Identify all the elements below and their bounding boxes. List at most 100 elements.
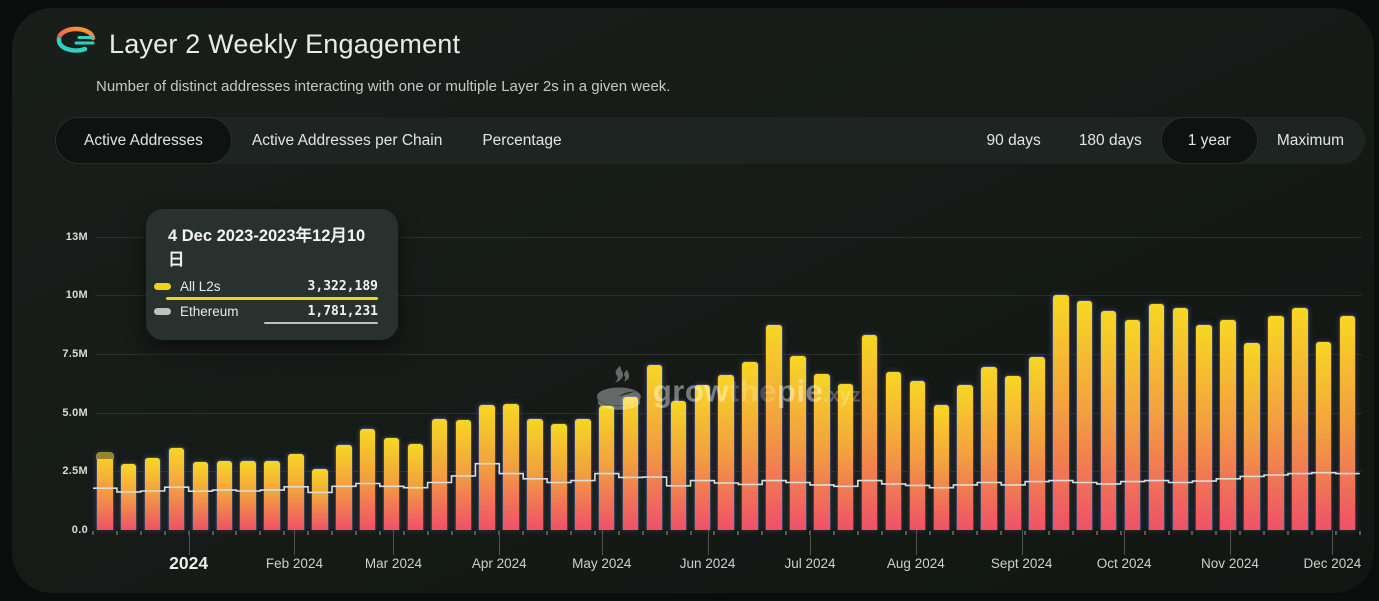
y-axis-tick-label: 2.5M [46,465,88,477]
bar-week-9[interactable] [311,468,329,530]
bar-week-35[interactable] [933,404,951,530]
series-swatch-icon [154,283,171,290]
bar-week-11[interactable] [359,428,377,530]
x-axis-minor-tick [1048,531,1050,535]
bar-week-47[interactable] [1219,319,1237,531]
bar-week-27[interactable] [741,361,759,530]
x-axis-minor-tick [1191,531,1193,535]
bar-week-48[interactable] [1243,342,1261,530]
chart-tooltip: 4 Dec 2023-2023年12月10日 All L2s3,322,189E… [146,209,398,340]
bar-week-34[interactable] [909,380,927,530]
bar-week-32[interactable] [861,334,879,530]
series-value-bar [166,297,378,300]
x-axis-minor-tick [1287,531,1289,535]
x-axis-minor-tick [1120,531,1122,535]
bar-week-28[interactable] [765,324,783,530]
bar-week-7[interactable] [263,460,281,531]
bar-week-40[interactable] [1052,294,1070,530]
x-axis-month-tick [499,530,500,555]
x-axis-minor-tick [116,531,118,535]
bar-week-2[interactable] [144,457,162,530]
y-axis-tick-label: 10M [46,289,88,301]
bar-week-12[interactable] [383,437,401,530]
bar-week-49[interactable] [1267,315,1285,530]
bar-week-26[interactable] [717,374,735,530]
bar-week-43[interactable] [1124,319,1142,531]
x-axis-minor-tick [1335,531,1337,535]
x-axis-minor-tick [713,531,715,535]
x-axis-minor-tick [905,531,907,535]
x-axis-month-tick [393,530,394,555]
bar-week-44[interactable] [1148,303,1166,530]
bar-week-16[interactable] [478,404,496,530]
bar-week-1[interactable] [120,463,138,530]
bar-week-19[interactable] [550,423,568,530]
x-axis-minor-tick [1311,531,1313,535]
x-axis-month-tick [189,530,190,555]
bar-week-21[interactable] [598,405,616,530]
bar-week-25[interactable] [694,384,712,530]
x-axis-minor-tick [1215,531,1217,535]
bar-week-10[interactable] [335,444,353,530]
x-axis-minor-tick [594,531,596,535]
bar-week-38[interactable] [1004,375,1022,530]
bar-week-17[interactable] [502,403,520,530]
x-axis-minor-tick [379,531,381,535]
x-axis-month-tick [294,530,295,555]
y-axis-tick-label: 7.5M [46,348,88,360]
bar-week-23[interactable] [646,364,664,530]
bar-week-39[interactable] [1028,356,1046,530]
x-axis-month-label: 2024 [169,553,208,574]
bar-week-24[interactable] [670,400,688,530]
x-axis-month-tick [708,530,709,555]
bar-week-33[interactable] [885,371,903,530]
x-axis-minor-tick [235,531,237,535]
bar-week-30[interactable] [813,373,831,530]
bar-week-46[interactable] [1195,324,1213,530]
x-axis-month-label: Jul 2024 [784,556,835,571]
bar-week-4[interactable] [192,461,210,530]
tooltip-row: Ethereum1,781,231 [146,302,398,319]
x-axis-minor-tick [1072,531,1074,535]
x-axis-minor-tick [1144,531,1146,535]
bar-week-6[interactable] [239,460,257,530]
bar-week-14[interactable] [431,418,449,530]
bar-week-42[interactable] [1100,310,1118,530]
x-axis-month-label: Mar 2024 [365,556,422,571]
bar-week-13[interactable] [407,443,425,530]
bar-week-51[interactable] [1315,341,1333,530]
x-axis-minor-tick [451,531,453,535]
bar-week-18[interactable] [526,418,544,530]
y-axis-tick-label: 5.0M [46,407,88,419]
x-axis-month-label: Oct 2024 [1097,556,1152,571]
bar-week-31[interactable] [837,383,855,530]
x-axis-month-label: Nov 2024 [1201,556,1259,571]
bar-week-37[interactable] [980,366,998,531]
bar-week-8[interactable] [287,453,305,530]
bar-week-22[interactable] [622,396,640,530]
bar-week-15[interactable] [455,419,473,530]
x-axis-minor-tick [546,531,548,535]
bar-week-41[interactable] [1076,300,1094,530]
x-axis-minor-tick [857,531,859,535]
bar-week-52[interactable] [1339,315,1357,530]
x-axis-minor-tick [666,531,668,535]
hovered-bar-cap [96,452,114,459]
x-axis-minor-tick [92,531,94,535]
x-axis-month-tick [1230,530,1231,555]
bar-week-20[interactable] [574,418,592,530]
bar-week-36[interactable] [956,384,974,530]
x-axis-minor-tick [570,531,572,535]
x-axis-minor-tick [355,531,357,535]
x-axis-month-label: Jun 2024 [680,556,736,571]
bar-week-29[interactable] [789,355,807,530]
x-axis-month-label: Dec 2024 [1303,556,1361,571]
x-axis-month-tick [1022,530,1023,555]
x-axis-month-label: Aug 2024 [887,556,945,571]
y-axis-tick-label: 13M [46,231,88,243]
x-axis-minor-tick [307,531,309,535]
bar-week-5[interactable] [216,460,234,531]
bar-week-3[interactable] [168,447,186,530]
bar-week-45[interactable] [1172,307,1190,530]
bar-week-50[interactable] [1291,307,1309,530]
